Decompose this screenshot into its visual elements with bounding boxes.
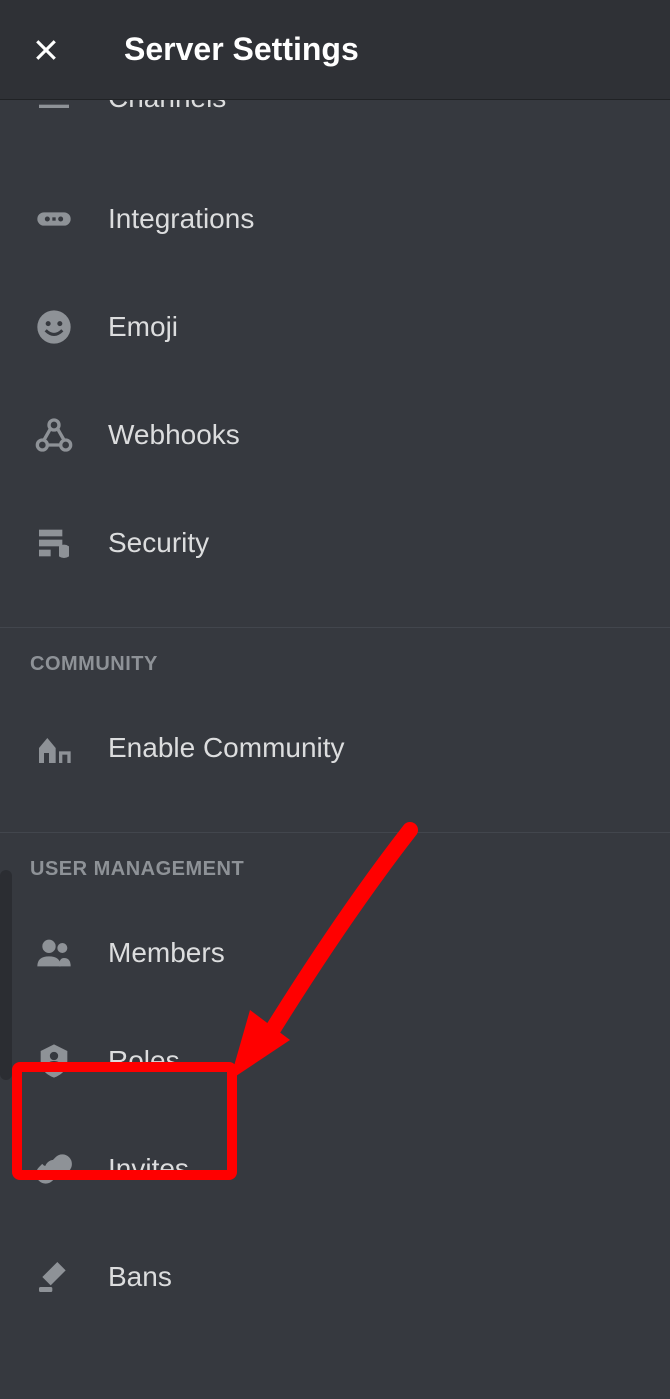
menu-item-integrations[interactable]: Integrations xyxy=(0,145,670,273)
menu-item-enable-community[interactable]: Enable Community xyxy=(0,694,670,802)
menu-item-label: Integrations xyxy=(108,203,254,235)
menu-item-label: Members xyxy=(108,937,225,969)
community-icon xyxy=(30,724,78,772)
invites-icon xyxy=(30,1145,78,1193)
channels-icon xyxy=(30,100,78,122)
menu-item-label: Invites xyxy=(108,1153,189,1185)
webhooks-icon xyxy=(30,411,78,459)
section-header-user-management: USER MANAGEMENT xyxy=(0,833,670,899)
close-icon xyxy=(31,35,61,65)
menu-item-invites[interactable]: Invites xyxy=(0,1115,670,1223)
emoji-icon xyxy=(30,303,78,351)
menu-item-label: Channels xyxy=(108,100,226,114)
roles-icon xyxy=(30,1037,78,1085)
menu-item-label: Emoji xyxy=(108,311,178,343)
menu-item-label: Webhooks xyxy=(108,419,240,451)
menu-item-security[interactable]: Security xyxy=(0,489,670,597)
security-icon xyxy=(30,519,78,567)
menu-item-label: Roles xyxy=(108,1045,180,1077)
menu-item-label: Security xyxy=(108,527,209,559)
menu-item-channels[interactable]: Channels xyxy=(0,100,670,145)
menu-item-label: Bans xyxy=(108,1261,172,1293)
menu-item-label: Enable Community xyxy=(108,732,345,764)
menu-item-webhooks[interactable]: Webhooks xyxy=(0,381,670,489)
settings-content: Channels Integrations Emoji Webhooks Sec… xyxy=(0,100,670,1331)
page-title: Server Settings xyxy=(124,31,359,68)
menu-item-emoji[interactable]: Emoji xyxy=(0,273,670,381)
menu-item-roles[interactable]: Roles xyxy=(0,1007,670,1115)
members-icon xyxy=(30,929,78,977)
section-header-community: COMMUNITY xyxy=(0,628,670,694)
integrations-icon xyxy=(30,195,78,243)
header-bar: Server Settings xyxy=(0,0,670,100)
menu-item-bans[interactable]: Bans xyxy=(0,1223,670,1331)
bans-icon xyxy=(30,1253,78,1301)
close-button[interactable] xyxy=(28,32,64,68)
scrollbar-thumb[interactable] xyxy=(0,870,12,1080)
menu-item-members[interactable]: Members xyxy=(0,899,670,1007)
